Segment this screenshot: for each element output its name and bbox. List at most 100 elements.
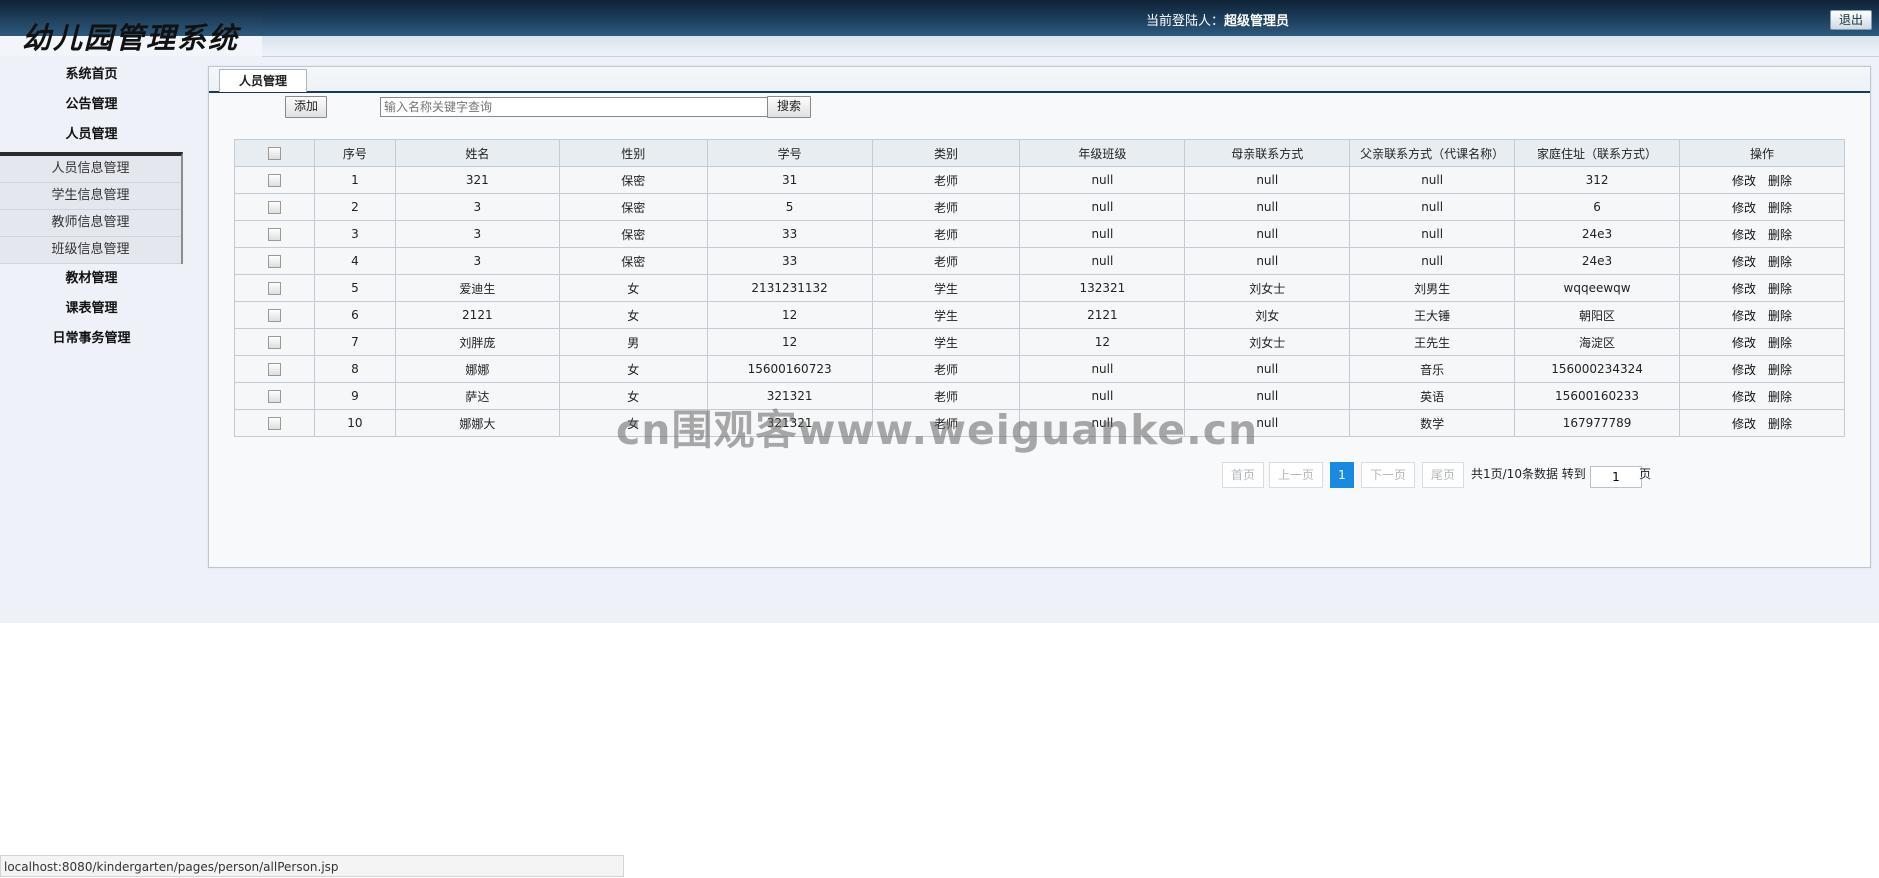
sidebar-item-notice[interactable]: 公告管理: [0, 90, 183, 120]
delete-link[interactable]: 删除: [1768, 417, 1792, 431]
row-checkbox[interactable]: [267, 309, 281, 322]
table-cell: 男: [558, 328, 708, 356]
submenu-item-class-info[interactable]: 班级信息管理: [0, 237, 181, 264]
table-cell: 数学: [1349, 409, 1516, 437]
table-cell: 娜娜大: [394, 409, 560, 437]
delete-link[interactable]: 删除: [1768, 390, 1792, 404]
pager-prev-button[interactable]: 上一页: [1269, 462, 1323, 488]
select-all-checkbox[interactable]: [267, 147, 281, 160]
table-cell: 2: [313, 193, 396, 221]
table-cell: 2121: [1019, 301, 1186, 329]
pager-goto-label: 转到: [1561, 467, 1586, 481]
pager-first-button[interactable]: 首页: [1222, 462, 1264, 488]
search-input[interactable]: [380, 97, 768, 117]
table-cell: 女: [558, 301, 708, 329]
table-cell: null: [1349, 247, 1516, 275]
column-header: 姓名: [394, 139, 560, 167]
pager-goto-input[interactable]: [1590, 466, 1642, 488]
edit-link[interactable]: 修改: [1732, 282, 1756, 296]
delete-link[interactable]: 删除: [1768, 228, 1792, 242]
table-cell: 4: [313, 247, 396, 275]
table-cell: 刘女: [1184, 301, 1351, 329]
row-select-cell: [234, 301, 315, 329]
edit-link[interactable]: 修改: [1732, 174, 1756, 188]
table-cell: wqqeewqw: [1514, 274, 1681, 302]
tab-strip: 人员管理: [209, 67, 1870, 93]
column-header: 父亲联系方式（代课名称）: [1349, 139, 1516, 167]
edit-link[interactable]: 修改: [1732, 255, 1756, 269]
row-checkbox[interactable]: [267, 201, 281, 214]
login-user: 超级管理员: [1224, 14, 1290, 29]
table-cell: 156000234324: [1514, 355, 1681, 383]
pager-last-button[interactable]: 尾页: [1422, 462, 1464, 488]
edit-link[interactable]: 修改: [1732, 228, 1756, 242]
table-cell: 老师: [871, 247, 1021, 275]
delete-link[interactable]: 删除: [1768, 282, 1792, 296]
pager-next-button[interactable]: 下一页: [1361, 462, 1415, 488]
delete-link[interactable]: 删除: [1768, 255, 1792, 269]
table-cell: 33: [706, 220, 873, 248]
table-cell: null: [1184, 355, 1351, 383]
row-actions: 修改 删除: [1679, 382, 1845, 410]
sidebar-item-schedule[interactable]: 课表管理: [0, 294, 183, 324]
logout-button[interactable]: 退出: [1830, 10, 1872, 30]
row-select-cell: [234, 409, 315, 437]
row-select-cell: [234, 220, 315, 248]
row-checkbox[interactable]: [267, 174, 281, 187]
table-cell: 2131231132: [706, 274, 873, 302]
sidebar-item-personnel[interactable]: 人员管理: [0, 120, 183, 150]
table-cell: 6: [313, 301, 396, 329]
row-checkbox[interactable]: [267, 417, 281, 430]
table-cell: 24e3: [1514, 247, 1681, 275]
table-cell: 33: [706, 247, 873, 275]
table-cell: 王大锤: [1349, 301, 1516, 329]
sidebar-item-daily-affairs[interactable]: 日常事务管理: [0, 324, 183, 354]
row-checkbox[interactable]: [267, 336, 281, 349]
delete-link[interactable]: 删除: [1768, 201, 1792, 215]
table-cell: 学生: [871, 328, 1021, 356]
submenu-item-student-info[interactable]: 学生信息管理: [0, 183, 181, 210]
submenu-item-teacher-info[interactable]: 教师信息管理: [0, 210, 181, 237]
row-select-cell: [234, 193, 315, 221]
table-cell: 12: [1019, 328, 1186, 356]
table-cell: 3: [313, 220, 396, 248]
sidebar-item-textbook[interactable]: 教材管理: [0, 264, 183, 294]
app-logo-title: 幼儿园管理系统: [22, 21, 240, 55]
row-checkbox[interactable]: [267, 255, 281, 268]
edit-link[interactable]: 修改: [1732, 336, 1756, 350]
column-header: 性别: [558, 139, 708, 167]
row-checkbox[interactable]: [267, 363, 281, 376]
table-cell: 9: [313, 382, 396, 410]
sidebar-item-home[interactable]: 系统首页: [0, 60, 183, 90]
table-cell: 2121: [394, 301, 560, 329]
table-cell: null: [1184, 193, 1351, 221]
row-actions: 修改 删除: [1679, 220, 1845, 248]
delete-link[interactable]: 删除: [1768, 363, 1792, 377]
row-actions: 修改 删除: [1679, 274, 1845, 302]
table-cell: 6: [1514, 193, 1681, 221]
table-cell: 保密: [558, 166, 708, 194]
table-cell: 王先生: [1349, 328, 1516, 356]
edit-link[interactable]: 修改: [1732, 363, 1756, 377]
edit-link[interactable]: 修改: [1732, 417, 1756, 431]
edit-link[interactable]: 修改: [1732, 309, 1756, 323]
edit-link[interactable]: 修改: [1732, 201, 1756, 215]
table-cell: 刘女士: [1184, 274, 1351, 302]
table-cell: 学生: [871, 301, 1021, 329]
row-checkbox[interactable]: [267, 390, 281, 403]
delete-link[interactable]: 删除: [1768, 309, 1792, 323]
add-button[interactable]: 添加: [285, 96, 327, 118]
pager-current-page[interactable]: 1: [1330, 462, 1354, 488]
delete-link[interactable]: 删除: [1768, 336, 1792, 350]
submenu-item-person-info[interactable]: 人员信息管理: [0, 156, 181, 183]
search-button[interactable]: 搜索: [767, 96, 811, 118]
row-checkbox[interactable]: [267, 228, 281, 241]
edit-link[interactable]: 修改: [1732, 390, 1756, 404]
table-cell: 刘女士: [1184, 328, 1351, 356]
tab-personnel[interactable]: 人员管理: [219, 69, 307, 92]
table-cell: null: [1019, 220, 1186, 248]
delete-link[interactable]: 删除: [1768, 174, 1792, 188]
row-actions: 修改 删除: [1679, 409, 1845, 437]
pager-summary-text: 共1页/10条数据: [1471, 467, 1558, 481]
row-checkbox[interactable]: [267, 282, 281, 295]
